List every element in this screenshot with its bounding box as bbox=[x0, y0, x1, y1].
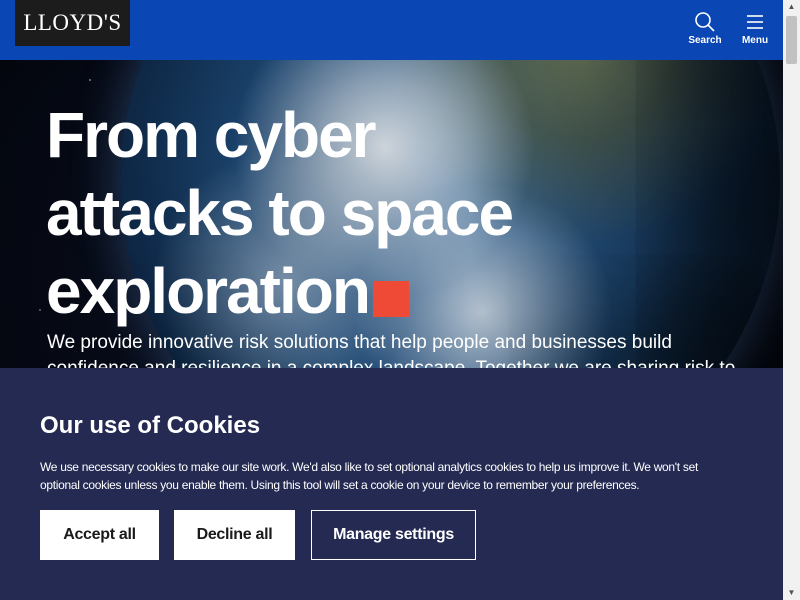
site-header: LLOYD'S Search Menu bbox=[0, 0, 783, 60]
manage-settings-button[interactable]: Manage settings bbox=[311, 510, 476, 560]
red-square-accent bbox=[372, 281, 409, 317]
search-button[interactable]: Search bbox=[680, 12, 730, 52]
search-icon bbox=[680, 12, 730, 32]
chevron-up-icon[interactable]: ▲ bbox=[783, 0, 800, 14]
hero-title-line-3: exploration bbox=[46, 255, 371, 327]
vertical-scrollbar[interactable]: ▲ ▼ bbox=[783, 0, 800, 600]
hero-title-line-2: attacks to space bbox=[46, 177, 514, 249]
hero-title: From cyber attacks to space exploration bbox=[46, 96, 606, 330]
lloyds-logo[interactable]: LLOYD'S bbox=[15, 0, 130, 46]
chevron-down-icon[interactable]: ▼ bbox=[783, 586, 800, 600]
menu-label: Menu bbox=[741, 35, 769, 46]
accept-all-button[interactable]: Accept all bbox=[40, 510, 159, 560]
cookie-banner: Our use of Cookies We use necessary cook… bbox=[0, 368, 783, 600]
page: From cyber attacks to space exploration … bbox=[0, 0, 783, 600]
menu-button[interactable]: Menu bbox=[730, 12, 780, 52]
scrollbar-thumb[interactable] bbox=[786, 16, 797, 64]
cookie-banner-text: We use necessary cookies to make our sit… bbox=[40, 460, 698, 492]
menu-icon bbox=[730, 12, 780, 32]
cookie-banner-title: Our use of Cookies bbox=[40, 412, 261, 439]
search-label: Search bbox=[688, 35, 722, 46]
hero-title-line-1: From cyber bbox=[46, 99, 377, 171]
decline-all-button[interactable]: Decline all bbox=[174, 510, 295, 560]
